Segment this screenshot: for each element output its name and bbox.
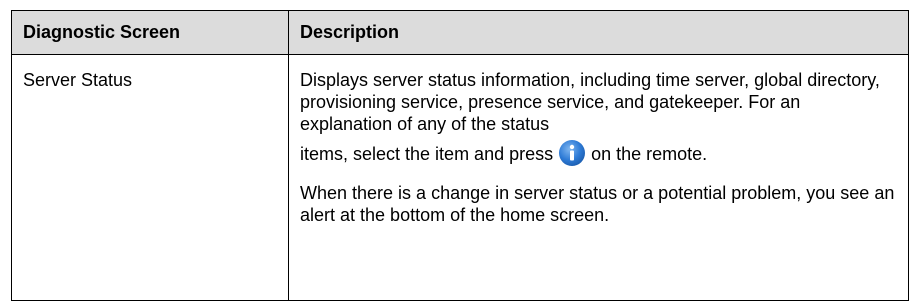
header-description: Description — [288, 10, 909, 55]
description-text: Displays server status information, incl… — [300, 70, 880, 134]
description-icon-line: items, select the item and press on the … — [300, 140, 896, 167]
cell-description: Displays server status information, incl… — [288, 54, 909, 301]
description-before-icon: items, select the item and press — [300, 144, 554, 164]
table-row: Server Status Displays server status inf… — [11, 54, 909, 301]
description-after-icon: on the remote. — [591, 144, 708, 164]
info-icon — [559, 140, 586, 167]
diagnostic-table: Diagnostic Screen Description Server Sta… — [11, 10, 909, 301]
description-paragraph-2: When there is a change in server status … — [300, 183, 895, 226]
cell-screen-name: Server Status — [11, 54, 289, 301]
header-row: Diagnostic Screen Description — [11, 10, 909, 55]
table-header: Diagnostic Screen Description — [11, 10, 909, 55]
header-diagnostic-screen: Diagnostic Screen — [11, 10, 289, 55]
description-paragraph-1: Displays server status information, incl… — [300, 69, 896, 167]
